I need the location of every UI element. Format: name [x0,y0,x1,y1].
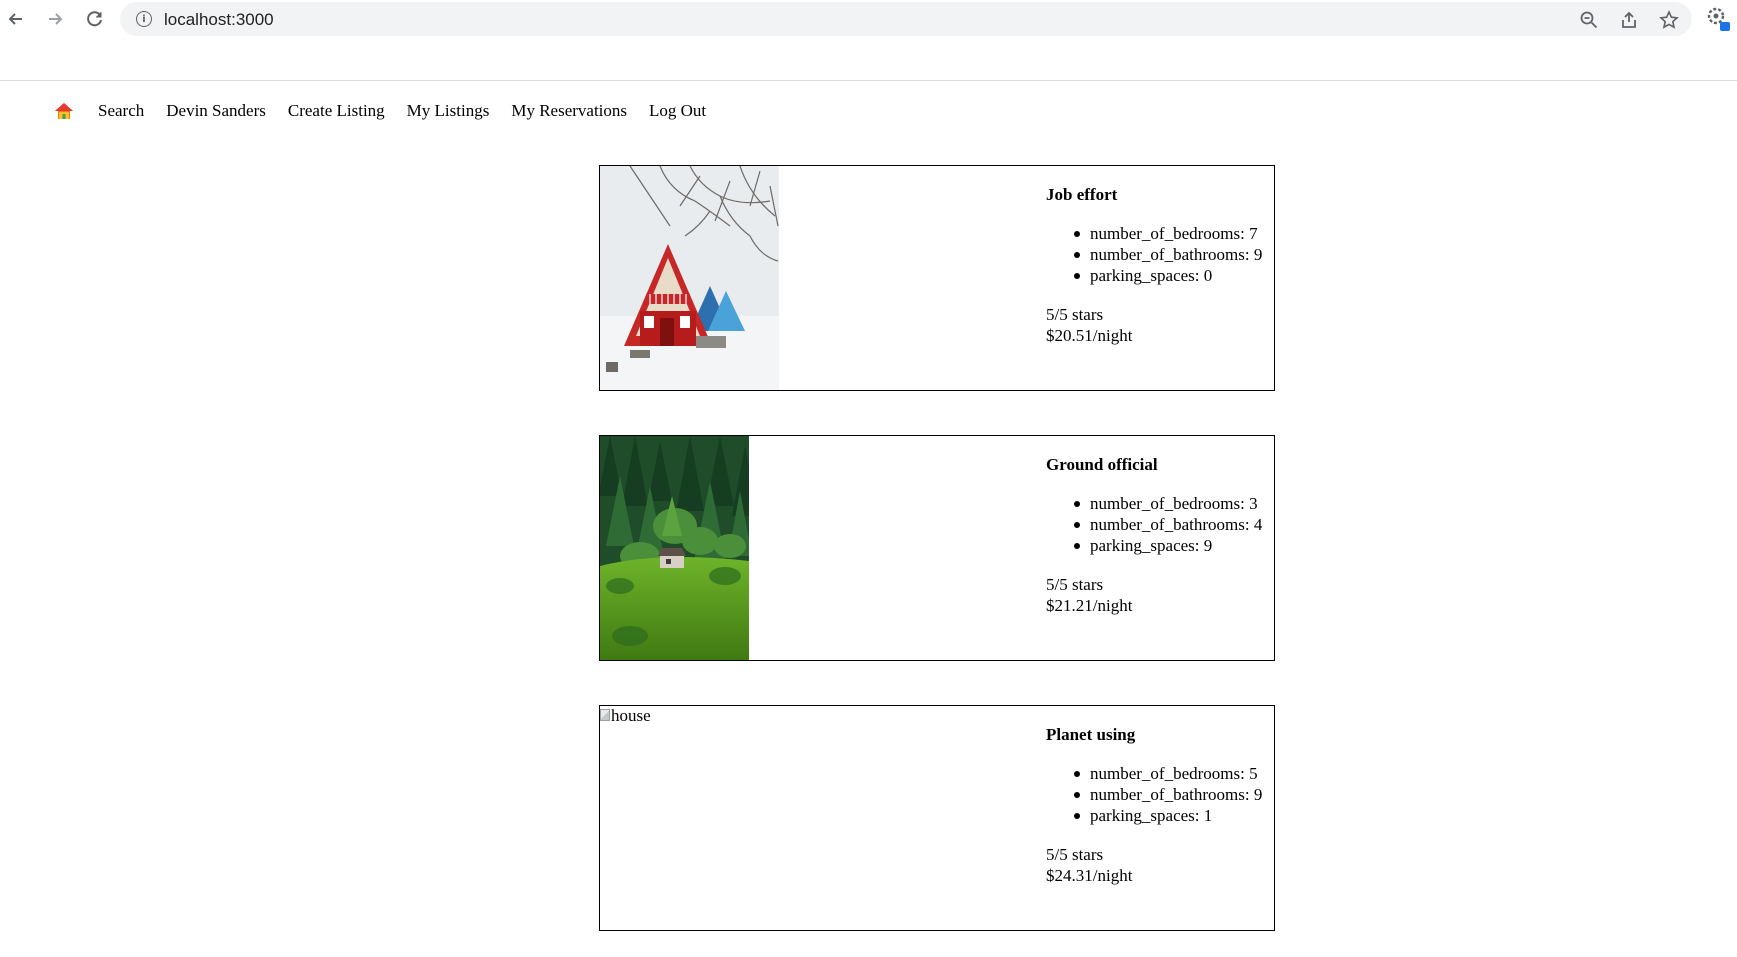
reload-icon [87,11,102,27]
feature-bedrooms: number_of_bedrooms: 3 [1072,493,1276,514]
toolbar-divider [0,80,1737,81]
zoom-out-icon[interactable] [1578,9,1600,31]
forest-house-photo [600,436,749,660]
cabin-photo [600,166,779,390]
listing-price: $20.51/night [1046,326,1133,345]
reload-button[interactable] [81,5,109,33]
feature-bathrooms: number_of_bathrooms: 4 [1072,514,1276,535]
listing-details: Job effort number_of_bedrooms: 7 number_… [1046,184,1276,346]
broken-image-icon [600,709,610,721]
address-bar[interactable]: i localhost:3000 [120,2,1692,36]
listing-rating: 5/5 stars [1046,575,1104,594]
listing-details: Planet using number_of_bedrooms: 5 numbe… [1046,724,1276,886]
feature-bathrooms: number_of_bathrooms: 9 [1072,244,1276,265]
feature-bedrooms: number_of_bedrooms: 7 [1072,223,1276,244]
listing-title[interactable]: Planet using [1046,724,1276,745]
listing-features: number_of_bedrooms: 5 number_of_bathroom… [1072,763,1276,826]
share-icon[interactable] [1618,9,1640,31]
feature-bedrooms: number_of_bedrooms: 5 [1072,763,1276,784]
nav-link-search[interactable]: Search [98,101,144,121]
back-button[interactable] [2,5,30,33]
listing-image[interactable] [600,166,779,390]
forward-button[interactable] [41,5,69,33]
listing-title[interactable]: Ground official [1046,454,1276,475]
listing-features: number_of_bedrooms: 3 number_of_bathroom… [1072,493,1276,556]
listing-card[interactable]: Job effort number_of_bedrooms: 7 number_… [599,165,1275,391]
star-icon[interactable] [1658,9,1680,31]
arrow-right-icon [49,13,63,25]
nav-link-my-reservations[interactable]: My Reservations [511,101,627,121]
info-icon[interactable]: i [136,11,152,27]
listing-features: number_of_bedrooms: 7 number_of_bathroom… [1072,223,1276,286]
listing-title[interactable]: Job effort [1046,184,1276,205]
image-alt-text: house [611,706,651,725]
feature-parking: parking_spaces: 9 [1072,535,1276,556]
listing-price: $21.21/night [1046,596,1133,615]
listing-image[interactable] [600,436,749,660]
listing-rating: 5/5 stars [1046,845,1104,864]
nav-link-log-out[interactable]: Log Out [649,101,706,121]
listing-rating: 5/5 stars [1046,305,1104,324]
site-navbar: Search Devin Sanders Create Listing My L… [54,98,728,124]
nav-link-create-listing[interactable]: Create Listing [288,101,385,121]
browser-toolbar: i localhost:3000 [0,0,1737,38]
listing-details: Ground official number_of_bedrooms: 3 nu… [1046,454,1276,616]
house-icon [55,103,73,119]
listing-image-broken[interactable]: house [600,706,651,726]
nav-link-my-listings[interactable]: My Listings [407,101,490,121]
listing-price: $24.31/night [1046,866,1133,885]
extension-icon[interactable] [1706,6,1732,32]
feature-parking: parking_spaces: 1 [1072,805,1276,826]
nav-link-profile[interactable]: Devin Sanders [166,101,266,121]
address-bar-url[interactable]: localhost:3000 [164,10,274,30]
home-link[interactable] [54,100,76,122]
listing-card[interactable]: house Planet using number_of_bedrooms: 5… [599,705,1275,931]
feature-parking: parking_spaces: 0 [1072,265,1276,286]
feature-bathrooms: number_of_bathrooms: 9 [1072,784,1276,805]
listing-card[interactable]: Ground official number_of_bedrooms: 3 nu… [599,435,1275,661]
arrow-left-icon [8,13,22,25]
